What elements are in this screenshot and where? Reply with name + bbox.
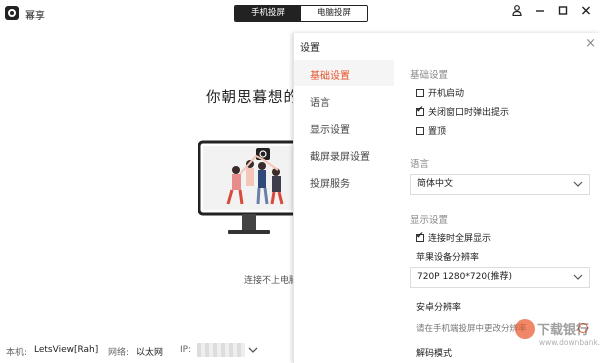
user-icon[interactable] [511, 5, 523, 19]
checkbox-close-prompt[interactable] [416, 105, 424, 116]
network-label: 网络: [108, 348, 130, 358]
checkbox-fullscreen[interactable] [416, 231, 424, 242]
option-autostart[interactable]: 开机启动 [416, 86, 464, 99]
watermark-text: 下载银行 [537, 323, 590, 338]
settings-sidebar: 基础设置 语言 显示设置 截屏录屏设置 投屏服务 [294, 57, 394, 363]
section-language-heading: 语言 [410, 159, 430, 170]
minimize-icon[interactable] [534, 5, 546, 19]
settings-panel: 设置 × 基础设置 语言 显示设置 截屏录屏设置 投屏服务 基础设置 开机启动 … [293, 33, 600, 363]
network-value: 以太网 [136, 348, 164, 358]
sidebar-item-display[interactable]: 显示设置 [310, 121, 350, 136]
close-icon[interactable] [580, 5, 592, 19]
language-select[interactable]: 简体中文 [410, 174, 590, 195]
watermark: 下载银行 www.downbank.cn [515, 318, 600, 363]
android-resolution-label: 安卓分辨率 [416, 303, 462, 313]
device-label: 本机: [6, 348, 28, 358]
settings-close-icon[interactable]: × [585, 36, 596, 51]
sidebar-item-screenshot[interactable]: 截屏录屏设置 [310, 148, 370, 163]
app-logo-icon [5, 6, 19, 20]
android-resolution-hint: 请在手机端投屏中更改分辨率 [416, 324, 527, 334]
apple-resolution-select[interactable]: 720P 1280*720(推荐) [410, 267, 590, 288]
mode-switch: 手机投屏 电脑投屏 [234, 5, 368, 22]
option-close-prompt[interactable]: 关闭窗口时弹出提示 [416, 105, 509, 118]
checkbox-autostart[interactable] [416, 88, 424, 97]
section-basic-heading: 基础设置 [410, 70, 449, 81]
connect-help-text[interactable]: 连接不上电脑 [244, 273, 298, 286]
watermark-url: www.downbank.cn [539, 338, 600, 347]
sidebar-item-language[interactable]: 语言 [310, 94, 330, 109]
option-always-on-top[interactable]: 置顶 [416, 124, 446, 137]
tab-phone-cast[interactable]: 手机投屏 [235, 6, 301, 21]
apple-resolution-label: 苹果设备分辨率 [416, 253, 480, 263]
title-bar: 幂享 手机投屏 电脑投屏 [0, 0, 600, 27]
device-name: LetsView[Rah] [34, 345, 99, 355]
section-display-heading: 显示设置 [410, 215, 449, 226]
app-title: 幂享 [25, 11, 45, 22]
chevron-down-icon [573, 175, 583, 202]
checkbox-always-on-top[interactable] [416, 126, 424, 135]
ip-value-redacted [197, 343, 245, 357]
decode-mode-label: 解码模式 [416, 349, 453, 359]
ip-label: IP: [180, 345, 192, 355]
sidebar-item-basic[interactable]: 基础设置 [310, 67, 350, 82]
status-bar: 本机: LetsView[Rah] 网络: 以太网 IP: [0, 343, 300, 359]
ip-dropdown-icon[interactable] [248, 345, 258, 358]
watermark-logo-icon [515, 319, 535, 339]
settings-title: 设置 [300, 43, 320, 54]
tab-pc-cast[interactable]: 电脑投屏 [301, 6, 367, 21]
chevron-down-icon [573, 268, 583, 295]
window-controls [511, 5, 592, 19]
sidebar-item-cast-service[interactable]: 投屏服务 [310, 175, 350, 190]
cast-illustration [197, 138, 308, 248]
option-fullscreen[interactable]: 连接时全屏显示 [416, 231, 491, 244]
maximize-icon[interactable] [557, 5, 569, 19]
